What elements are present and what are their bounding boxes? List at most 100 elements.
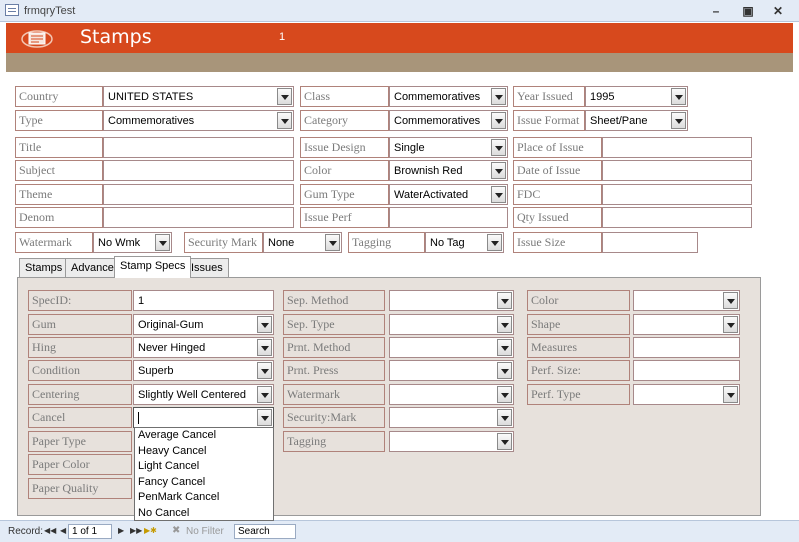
gum-type-combo[interactable]: WaterActivated bbox=[389, 184, 508, 205]
list-item[interactable]: Average Cancel bbox=[135, 428, 273, 444]
country-combo[interactable]: UNITED STATES bbox=[103, 86, 294, 107]
chevron-down-icon[interactable] bbox=[671, 112, 686, 129]
chevron-down-icon[interactable] bbox=[257, 316, 272, 333]
watermark-combo[interactable]: No Wmk bbox=[93, 232, 172, 253]
tab-stamp-specs[interactable]: Stamp Specs bbox=[114, 256, 192, 278]
chevron-down-icon[interactable] bbox=[491, 162, 506, 179]
cancel-dropdown-list[interactable]: Average Cancel Heavy Cancel Light Cancel… bbox=[134, 427, 274, 521]
issue-format-combo[interactable]: Sheet/Pane bbox=[585, 110, 688, 131]
sep-type-combo[interactable] bbox=[389, 314, 514, 335]
cancel-label: Cancel bbox=[28, 407, 132, 428]
spec-security-mark-label: Security:Mark bbox=[283, 407, 385, 428]
new-record-icon[interactable]: ▶✱ bbox=[144, 526, 157, 535]
subject-field[interactable] bbox=[103, 160, 294, 181]
minimize-icon[interactable]: – bbox=[706, 3, 726, 19]
tab-stamps[interactable]: Stamps bbox=[19, 258, 69, 277]
issue-size-label: Issue Size bbox=[513, 232, 602, 253]
title-field[interactable] bbox=[103, 137, 294, 158]
chevron-down-icon[interactable] bbox=[491, 112, 506, 129]
list-item[interactable]: No Cancel bbox=[135, 506, 273, 522]
hing-combo[interactable]: Never Hinged bbox=[133, 337, 274, 358]
prnt-method-combo[interactable] bbox=[389, 337, 514, 358]
spec-tagging-combo[interactable] bbox=[389, 431, 514, 452]
centering-combo[interactable]: Slightly Well Centered bbox=[133, 384, 274, 405]
spec-id-field[interactable]: 1 bbox=[133, 290, 274, 311]
category-combo[interactable]: Commemoratives bbox=[389, 110, 508, 131]
issue-format-label: Issue Format bbox=[513, 110, 585, 131]
issue-perf-field[interactable] bbox=[389, 207, 508, 228]
spec-security-mark-combo[interactable] bbox=[389, 407, 514, 428]
chevron-down-icon[interactable] bbox=[487, 234, 502, 251]
chevron-down-icon[interactable] bbox=[257, 409, 272, 426]
chevron-down-icon[interactable] bbox=[497, 386, 512, 403]
color-combo[interactable]: Brownish Red bbox=[389, 160, 508, 181]
chevron-down-icon[interactable] bbox=[497, 292, 512, 309]
prnt-press-combo[interactable] bbox=[389, 360, 514, 381]
chevron-down-icon[interactable] bbox=[671, 88, 686, 105]
chevron-down-icon[interactable] bbox=[257, 362, 272, 379]
place-of-issue-label: Place of Issue bbox=[513, 137, 602, 158]
year-issued-combo[interactable]: 1995 bbox=[585, 86, 688, 107]
fdc-field[interactable] bbox=[602, 184, 752, 205]
place-of-issue-field[interactable] bbox=[602, 137, 752, 158]
denom-field[interactable] bbox=[103, 207, 294, 228]
spec-watermark-combo[interactable] bbox=[389, 384, 514, 405]
list-item[interactable]: Heavy Cancel bbox=[135, 444, 273, 460]
tab-advance[interactable]: Advance bbox=[65, 258, 120, 277]
condition-combo[interactable]: Superb bbox=[133, 360, 274, 381]
date-of-issue-field[interactable] bbox=[602, 160, 752, 181]
class-label: Class bbox=[300, 86, 389, 107]
chevron-down-icon[interactable] bbox=[723, 386, 738, 403]
maximize-icon[interactable]: ▣ bbox=[738, 3, 758, 19]
text-cursor bbox=[138, 412, 139, 424]
spec-color-combo[interactable] bbox=[633, 290, 740, 311]
next-record-icon[interactable]: ▶ bbox=[118, 526, 124, 535]
close-icon[interactable]: ✕ bbox=[768, 3, 788, 19]
measures-field[interactable] bbox=[633, 337, 740, 358]
chevron-down-icon[interactable] bbox=[497, 433, 512, 450]
sep-method-combo[interactable] bbox=[389, 290, 514, 311]
chevron-down-icon[interactable] bbox=[277, 112, 292, 129]
last-record-icon[interactable]: ▶▶ bbox=[130, 526, 142, 535]
chevron-down-icon[interactable] bbox=[325, 234, 340, 251]
type-combo[interactable]: Commemoratives bbox=[103, 110, 294, 131]
filter-status[interactable]: No Filter bbox=[186, 526, 224, 537]
security-mark-combo[interactable]: None bbox=[263, 232, 342, 253]
search-input[interactable]: Search bbox=[234, 524, 296, 539]
chevron-down-icon[interactable] bbox=[497, 409, 512, 426]
list-item[interactable]: Light Cancel bbox=[135, 459, 273, 475]
list-item[interactable]: PenMark Cancel bbox=[135, 490, 273, 506]
tab-issues[interactable]: Issues bbox=[185, 258, 229, 277]
chevron-down-icon[interactable] bbox=[277, 88, 292, 105]
perf-size-field[interactable] bbox=[633, 360, 740, 381]
chevron-down-icon[interactable] bbox=[155, 234, 170, 251]
chevron-down-icon[interactable] bbox=[257, 386, 272, 403]
list-item[interactable]: Fancy Cancel bbox=[135, 475, 273, 491]
chevron-down-icon[interactable] bbox=[497, 316, 512, 333]
window-title: frmqryTest bbox=[24, 5, 76, 17]
issue-size-field[interactable] bbox=[602, 232, 698, 253]
tagging-combo[interactable]: No Tag bbox=[425, 232, 504, 253]
theme-field[interactable] bbox=[103, 184, 294, 205]
chevron-down-icon[interactable] bbox=[723, 292, 738, 309]
chevron-down-icon[interactable] bbox=[491, 139, 506, 156]
previous-record-icon[interactable]: ◀ bbox=[60, 526, 66, 535]
prnt-method-label: Prnt. Method bbox=[283, 337, 385, 358]
issue-design-combo[interactable]: Single bbox=[389, 137, 508, 158]
qty-issued-field[interactable] bbox=[602, 207, 752, 228]
chevron-down-icon[interactable] bbox=[497, 362, 512, 379]
paper-quality-label: Paper Quality bbox=[28, 478, 132, 499]
shape-combo[interactable] bbox=[633, 314, 740, 335]
chevron-down-icon[interactable] bbox=[257, 339, 272, 356]
chevron-down-icon[interactable] bbox=[723, 316, 738, 333]
cancel-combo[interactable] bbox=[133, 407, 274, 428]
class-combo[interactable]: Commemoratives bbox=[389, 86, 508, 107]
current-record-field[interactable]: 1 of 1 bbox=[68, 524, 112, 539]
stamps-form-icon bbox=[21, 30, 53, 48]
first-record-icon[interactable]: ◀◀ bbox=[44, 526, 56, 535]
gum-combo[interactable]: Original-Gum bbox=[133, 314, 274, 335]
chevron-down-icon[interactable] bbox=[491, 186, 506, 203]
chevron-down-icon[interactable] bbox=[491, 88, 506, 105]
chevron-down-icon[interactable] bbox=[497, 339, 512, 356]
perf-type-combo[interactable] bbox=[633, 384, 740, 405]
